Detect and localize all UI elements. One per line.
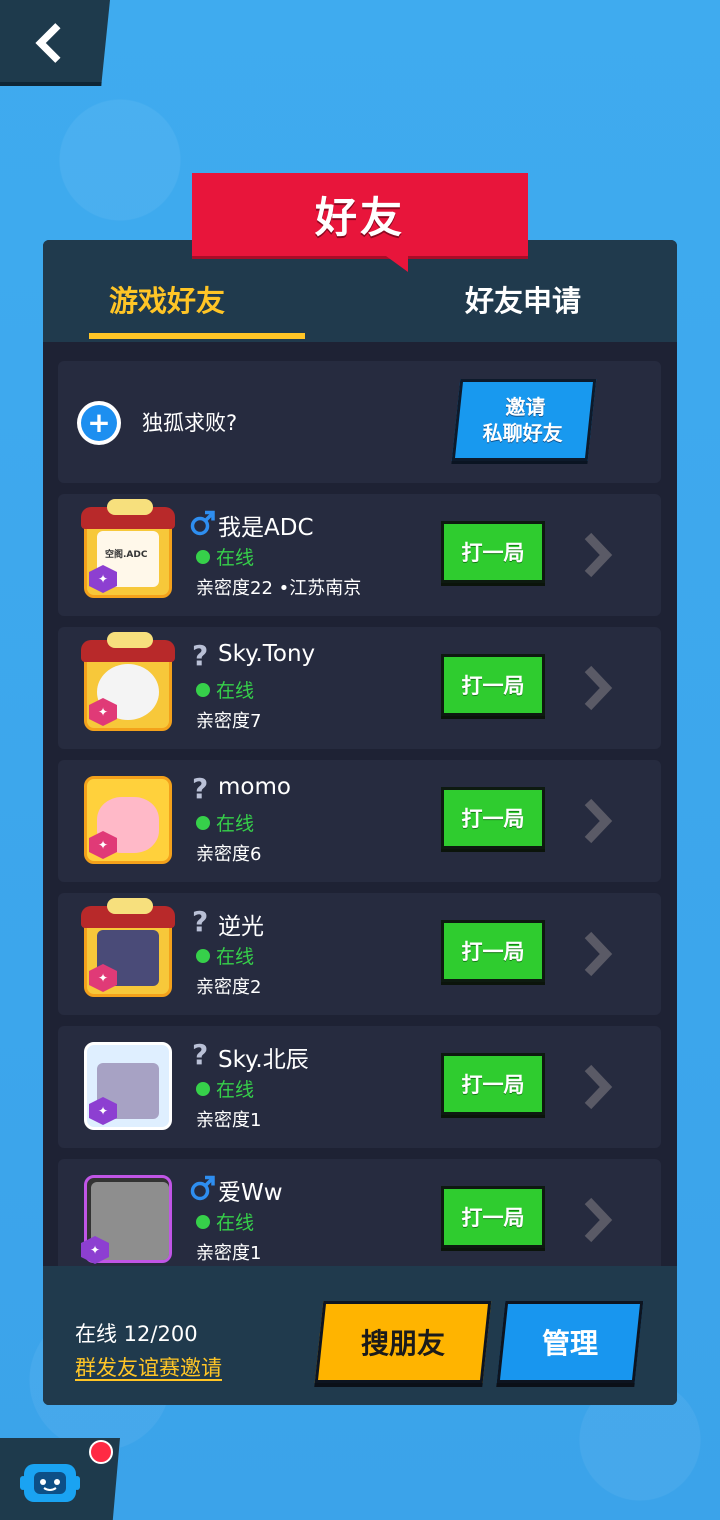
avatar[interactable]: ✦ (84, 1042, 172, 1130)
play-match-button[interactable]: 打一局 (441, 920, 545, 982)
back-chevron-icon (35, 23, 61, 63)
friend-row[interactable]: 空阁.ADC ✦ 我是ADC 在线 亲密度22 •江苏南京 打一局 (58, 494, 661, 616)
active-tab-indicator (89, 333, 305, 339)
avatar[interactable]: ✦ (84, 776, 172, 864)
online-status: 在线 (216, 1212, 255, 1234)
question-mark-icon: ? (192, 1038, 209, 1071)
play-match-label: 打一局 (461, 940, 525, 964)
online-status: 在线 (216, 547, 255, 569)
friend-name: Sky.Tony (218, 641, 316, 667)
play-match-button[interactable]: 打一局 (441, 521, 545, 583)
friend-name: Sky.北辰 (218, 1047, 309, 1073)
male-symbol-icon (190, 1173, 216, 1203)
question-mark-icon: ? (192, 905, 209, 938)
online-status-dot (196, 816, 210, 830)
friend-name: 我是ADC (218, 515, 314, 541)
friend-name: 逆光 (218, 914, 264, 940)
friend-name: momo (218, 774, 291, 800)
intimacy-level: 亲密度7 (196, 711, 262, 732)
friend-row[interactable]: ✦ 爱Ww 在线 亲密度1 打一局 (58, 1159, 661, 1281)
question-mark-icon: ? (192, 639, 209, 672)
invite-private-chat-button[interactable]: 邀请 私聊好友 (451, 379, 597, 461)
intimacy-level: 亲密度1 (196, 1243, 262, 1264)
online-status-dot (196, 1215, 210, 1229)
play-match-button[interactable]: 打一局 (441, 787, 545, 849)
play-match-button[interactable]: 打一局 (441, 1186, 545, 1248)
search-friends-button[interactable]: 搜朋友 (314, 1301, 492, 1383)
play-match-label: 打一局 (461, 1073, 525, 1097)
chevron-right-icon[interactable] (578, 929, 618, 979)
manage-button[interactable]: 管理 (496, 1301, 644, 1383)
friend-row[interactable]: ✦ ? 逆光 在线 亲密度2 打一局 (58, 893, 661, 1015)
question-mark-icon: ? (192, 772, 209, 805)
online-status: 在线 (216, 1079, 255, 1101)
chat-robot-icon (20, 1464, 80, 1502)
online-count: 在线 12/200 (75, 1322, 198, 1346)
manage-label: 管理 (541, 1327, 598, 1360)
chevron-right-icon[interactable] (578, 530, 618, 580)
friend-row[interactable]: ✦ ? momo 在线 亲密度6 打一局 (58, 760, 661, 882)
notification-badge (89, 1440, 113, 1464)
add-friend-button[interactable]: + (77, 401, 121, 445)
back-button[interactable] (0, 0, 110, 86)
invite-button-line2: 私聊好友 (482, 421, 563, 445)
group-friendly-match-invite-link[interactable]: 群发友谊赛邀请 (75, 1352, 222, 1382)
plus-icon: + (81, 405, 117, 441)
page-title: 好友 (314, 193, 405, 242)
play-match-label: 打一局 (461, 674, 525, 698)
play-match-label: 打一局 (461, 541, 525, 565)
avatar[interactable]: 空阁.ADC ✦ (81, 499, 175, 598)
friends-panel: 游戏好友 好友申请 + 独孤求败? 邀请 私聊好友 空阁.ADC ✦ 我是ADC… (43, 240, 677, 1405)
chevron-right-icon[interactable] (578, 663, 618, 713)
friend-list[interactable]: + 独孤求败? 邀请 私聊好友 空阁.ADC ✦ 我是ADC 在线 亲密度22 … (58, 361, 661, 1281)
play-match-label: 打一局 (461, 807, 525, 831)
male-symbol-icon (190, 508, 216, 538)
avatar[interactable]: ✦ (81, 898, 175, 997)
play-match-label: 打一局 (461, 1206, 525, 1230)
online-status-dot (196, 550, 210, 564)
online-status: 在线 (216, 813, 255, 835)
chevron-right-icon[interactable] (578, 796, 618, 846)
intimacy-level: 亲密度2 (196, 977, 262, 998)
friend-row[interactable]: ✦ ? Sky.北辰 在线 亲密度1 打一局 (58, 1026, 661, 1148)
invite-button-line1: 邀请 (505, 395, 546, 419)
friend-name: 爱Ww (218, 1180, 283, 1206)
intimacy-level: 亲密度22 •江苏南京 (196, 578, 362, 599)
invite-card: + 独孤求败? 邀请 私聊好友 (58, 361, 661, 483)
title-ribbon: 好友 (192, 173, 528, 272)
friend-row[interactable]: ✦ ? Sky.Tony 在线 亲密度7 打一局 (58, 627, 661, 749)
avatar-caption: 空阁.ADC (105, 550, 148, 560)
online-status-dot (196, 683, 210, 697)
online-status: 在线 (216, 946, 255, 968)
play-match-button[interactable]: 打一局 (441, 1053, 545, 1115)
online-status-dot (196, 1082, 210, 1096)
bottom-bar: 在线 12/200 群发友谊赛邀请 搜朋友 管理 (43, 1266, 677, 1405)
intimacy-level: 亲密度6 (196, 844, 262, 865)
play-match-button[interactable]: 打一局 (441, 654, 545, 716)
online-status-dot (196, 949, 210, 963)
intimacy-level: 亲密度1 (196, 1110, 262, 1131)
invite-prompt: 独孤求败? (142, 411, 238, 435)
avatar[interactable]: ✦ (81, 1175, 172, 1264)
avatar[interactable]: ✦ (81, 632, 175, 731)
tab-friend-requests[interactable]: 好友申请 (465, 278, 581, 320)
chevron-right-icon[interactable] (578, 1195, 618, 1245)
search-friends-label: 搜朋友 (360, 1327, 445, 1360)
chevron-right-icon[interactable] (578, 1062, 618, 1112)
tab-game-friends[interactable]: 游戏好友 (109, 278, 225, 320)
online-status: 在线 (216, 680, 255, 702)
ribbon-tail (386, 256, 408, 272)
